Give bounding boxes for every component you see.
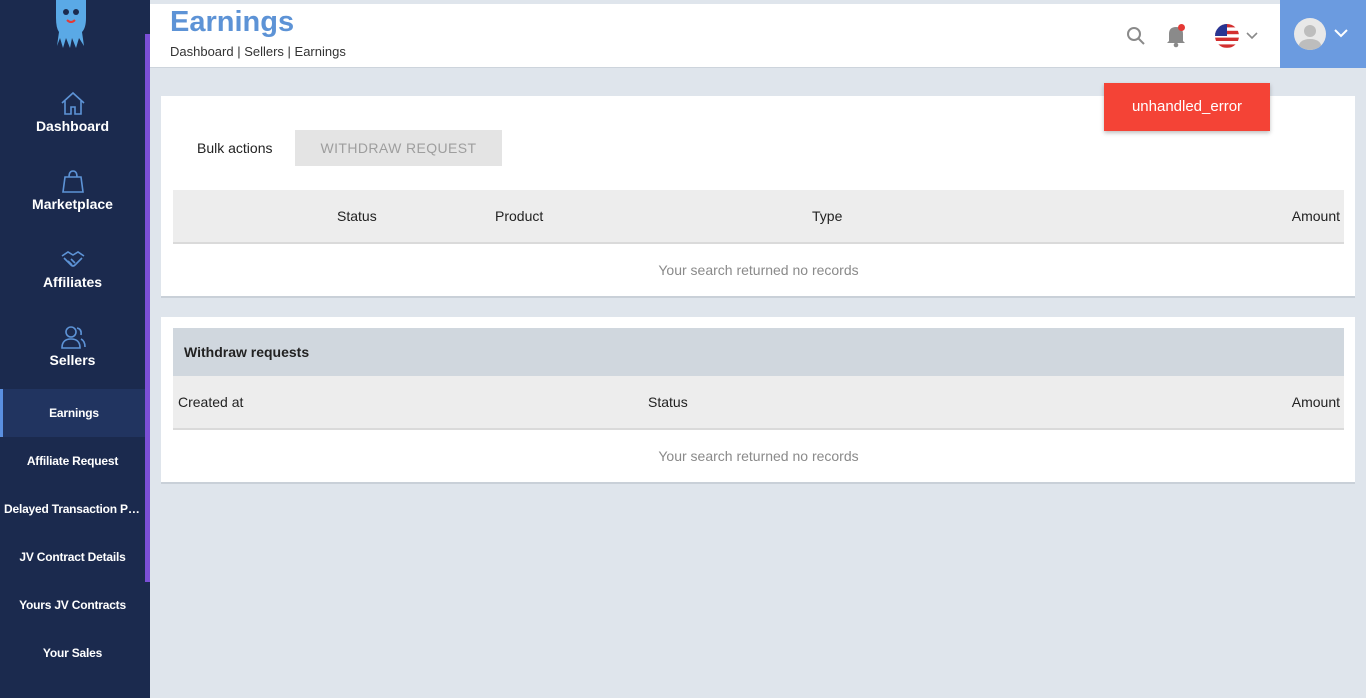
breadcrumb: Dashboard | Sellers | Earnings	[170, 44, 346, 59]
sidebar-item-jv-contract-details[interactable]: JV Contract Details	[0, 533, 145, 581]
column-header-type[interactable]: Type	[812, 190, 842, 242]
shopping-bag-icon	[61, 170, 84, 193]
sidebar-item-sellers[interactable]: Sellers	[0, 324, 145, 368]
section-title: Withdraw requests	[173, 328, 1344, 376]
bulk-actions-label: Bulk actions	[197, 140, 273, 156]
sidebar-item-delayed-transaction[interactable]: Delayed Transaction Pay...	[0, 485, 145, 533]
avatar	[1294, 18, 1326, 50]
withdraw-requests-card: Withdraw requests Created at Status Amou…	[161, 317, 1355, 484]
sidebar-scroll-accent	[145, 34, 150, 582]
us-flag-icon	[1215, 24, 1258, 48]
withdraw-request-button[interactable]: WITHDRAW REQUEST	[295, 130, 502, 166]
sidebar-item-label: Marketplace	[32, 196, 113, 212]
column-header-status[interactable]: Status	[337, 190, 377, 242]
handshake-icon	[61, 251, 84, 267]
language-selector[interactable]	[1214, 22, 1264, 50]
search-icon[interactable]	[1124, 24, 1148, 48]
sidebar-item-label: Dashboard	[35, 118, 110, 134]
empty-state-message: Your search returned no records	[658, 448, 859, 464]
user-menu-button[interactable]	[1280, 0, 1366, 68]
column-header-created-at[interactable]: Created at	[178, 376, 243, 428]
error-toast[interactable]: unhandled_error	[1104, 83, 1270, 131]
withdraw-table-header: Created at Status Amount	[173, 376, 1344, 430]
sidebar-item-marketplace[interactable]: Marketplace	[0, 168, 145, 212]
sidebar-item-dashboard[interactable]: Dashboard	[0, 90, 145, 134]
home-icon	[60, 91, 85, 115]
chevron-down-icon	[1334, 29, 1348, 38]
octopus-logo-icon	[56, 0, 86, 48]
notification-dot	[1178, 24, 1185, 31]
sidebar: Dashboard Marketplace Affiliates Sellers…	[0, 0, 150, 698]
sidebar-item-earnings[interactable]: Earnings	[0, 389, 145, 437]
page-title: Earnings	[170, 6, 295, 38]
column-header-product[interactable]: Product	[495, 190, 543, 242]
column-header-amount[interactable]: Amount	[1292, 190, 1340, 242]
top-header: Earnings Dashboard | Sellers | Earnings	[150, 0, 1366, 68]
sidebar-item-your-sales[interactable]: Your Sales	[0, 629, 145, 677]
sidebar-submenu: Earnings Affiliate Request Delayed Trans…	[0, 389, 145, 677]
sidebar-item-affiliate-request[interactable]: Affiliate Request	[0, 437, 145, 485]
column-header-status[interactable]: Status	[648, 376, 688, 428]
sidebar-item-yours-jv-contracts[interactable]: Yours JV Contracts	[0, 581, 145, 629]
column-header-amount[interactable]: Amount	[1292, 376, 1340, 428]
user-silhouette-icon	[1298, 25, 1322, 50]
earnings-table-header: Status Product Type Amount	[173, 190, 1344, 244]
users-icon	[60, 326, 86, 349]
sidebar-item-affiliates[interactable]: Affiliates	[0, 246, 145, 290]
sidebar-item-label: Affiliates	[42, 274, 103, 290]
empty-state-message: Your search returned no records	[658, 262, 859, 278]
sidebar-item-label: Sellers	[49, 352, 96, 368]
